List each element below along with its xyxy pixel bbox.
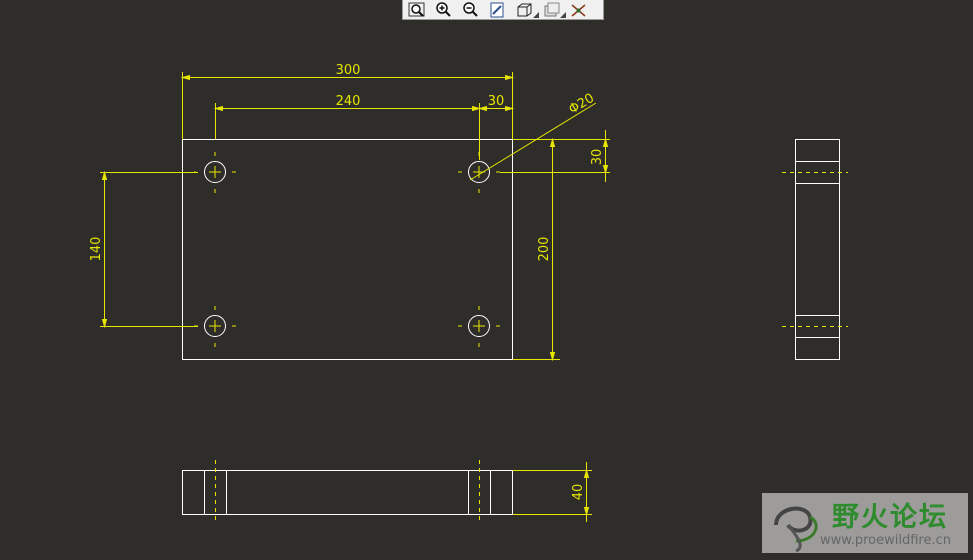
forum-logo-icon <box>774 506 818 553</box>
dimension-thickness-label: 40 <box>571 484 586 501</box>
dimension-overall-height-label: 200 <box>537 237 552 262</box>
watermark-url: www.proewildfire.cn <box>820 533 951 548</box>
dimension-edge-offset-x-label: 30 <box>488 94 505 109</box>
dimension-overall-width-label: 300 <box>336 63 361 78</box>
hole-bottom-right <box>458 306 500 347</box>
dimension-hole-spacing-x <box>213 103 515 160</box>
hole-bottom-left <box>194 306 236 347</box>
forum-watermark: 野火论坛 www.proewildfire.cn <box>762 493 968 553</box>
dimension-hole-spacing-y <box>100 170 198 329</box>
dimension-hole-spacing-x-label: 240 <box>336 94 361 109</box>
hole-top-left <box>194 152 236 193</box>
dimension-hole-diameter-label: Φ20 <box>566 91 597 118</box>
watermark-title: 野火论坛 <box>832 502 948 533</box>
bottom-view <box>182 470 513 515</box>
drawing-canvas[interactable]: 300 240 30 Φ20 30 200 140 40 <box>0 0 973 560</box>
side-view-centerlines <box>782 172 848 327</box>
dimension-hole-spacing-y-label: 140 <box>89 237 104 262</box>
dimension-edge-offset-y-label: 30 <box>590 149 605 166</box>
